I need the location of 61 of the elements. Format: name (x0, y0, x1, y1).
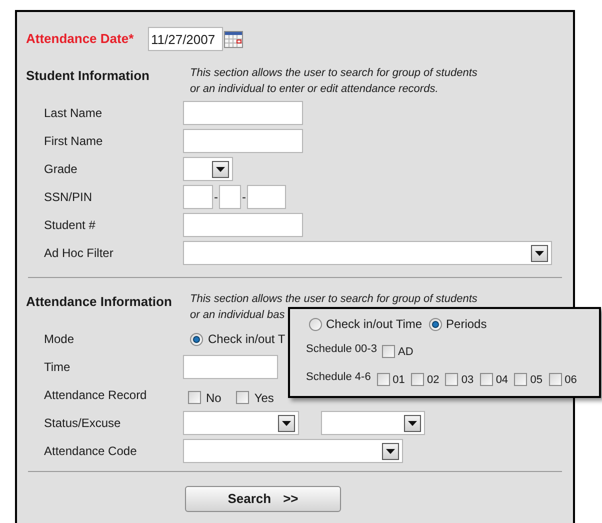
select-field[interactable] (321, 411, 425, 435)
field-label: Ad Hoc Filter (43, 245, 114, 262)
radio-button[interactable] (309, 318, 322, 330)
field-label: Attendance Record (43, 387, 148, 404)
checkbox-label[interactable]: No (206, 389, 222, 407)
checkbox[interactable] (514, 373, 528, 386)
field-label: Grade (43, 161, 78, 178)
checkbox-label[interactable]: 03 (461, 372, 474, 388)
schedule-label: Schedule 4-6 (306, 370, 372, 384)
calendar-icon[interactable] (224, 30, 243, 48)
select-field[interactable] (183, 411, 299, 435)
radio-label[interactable]: Check in/out Time (326, 315, 422, 333)
radio-button[interactable] (429, 318, 442, 330)
checkbox-label[interactable]: 02 (427, 372, 440, 388)
checkbox-label[interactable]: AD (398, 344, 414, 360)
separator: - (241, 189, 247, 206)
input-field[interactable] (219, 185, 241, 209)
checkbox-label[interactable]: 04 (496, 372, 508, 388)
checkbox-label[interactable]: 06 (564, 372, 577, 388)
checkbox[interactable] (445, 373, 458, 386)
field-label: First Name (43, 133, 104, 150)
section-description: or an individual bas (190, 308, 286, 323)
section-description: or an individual to enter or edit attendance records. (190, 82, 440, 97)
input-field[interactable] (183, 129, 303, 153)
section-description: This section allows the user to search for group of students (190, 292, 478, 307)
radio-button[interactable] (190, 332, 203, 346)
field-label: Last Name (43, 105, 104, 122)
checkbox[interactable] (188, 391, 201, 404)
input-field[interactable] (183, 355, 278, 379)
section-heading: Student Information (26, 67, 150, 85)
checkbox[interactable] (382, 345, 395, 358)
schedule-label: Schedule 00-3 (306, 342, 378, 356)
checkbox[interactable] (411, 373, 424, 386)
input-field[interactable] (183, 101, 303, 125)
radio-label[interactable]: Check in/out T (208, 330, 286, 348)
checkbox[interactable] (376, 373, 390, 386)
checkbox-label[interactable]: Yes (254, 389, 274, 407)
field-label: Attendance Date* (26, 30, 135, 48)
input-field[interactable] (247, 185, 286, 209)
checkbox-label[interactable]: 01 (392, 372, 405, 388)
select-field[interactable] (183, 439, 403, 463)
separator: - (213, 189, 219, 206)
select-field[interactable] (183, 157, 233, 181)
checkbox-label[interactable]: 05 (530, 372, 542, 388)
checkbox[interactable] (480, 373, 493, 386)
field-label: SSN/PIN (43, 189, 94, 206)
field-label: Status/Excuse (43, 415, 122, 432)
checkbox[interactable] (236, 391, 250, 404)
input-field[interactable] (183, 185, 213, 209)
field-label: Student # (43, 217, 96, 234)
date-field[interactable]: 11/27/2007 (148, 27, 223, 51)
search-button[interactable]: Search >> (185, 486, 341, 512)
select-field[interactable] (183, 241, 552, 265)
field-label: Mode (43, 331, 76, 348)
section-heading: Attendance Information (26, 293, 173, 311)
radio-label[interactable]: Periods (446, 315, 487, 333)
section-description: This section allows the user to search for group of students (190, 66, 478, 81)
field-label: Time (43, 359, 72, 376)
field-label: Attendance Code (43, 443, 138, 460)
input-field[interactable] (183, 213, 303, 237)
checkbox[interactable] (548, 373, 562, 386)
